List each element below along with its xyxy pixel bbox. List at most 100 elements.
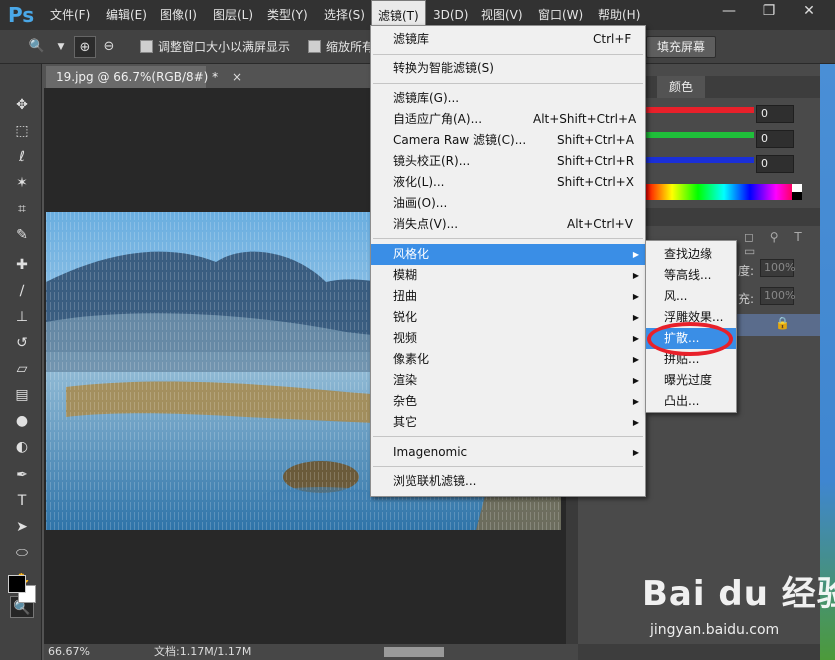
opacity-label: 度:	[738, 264, 755, 278]
brush-tool-icon[interactable]: ∕	[10, 280, 34, 302]
menu-item-sharpen[interactable]: 锐化 ▶	[371, 307, 645, 328]
dodge-tool-icon[interactable]: ◐	[10, 436, 34, 458]
menu-item-blur[interactable]: 模糊 ▶	[371, 265, 645, 286]
menu-item-shortcut: Shift+Ctrl+R	[557, 154, 635, 168]
resize-windows-label: 调整窗口大小以满屏显示	[158, 40, 291, 54]
menu-layer[interactable]: 图层(L)	[207, 0, 259, 30]
submenu-item-wind[interactable]: 风...	[646, 286, 736, 307]
tools-panel: ✥ ⬚ ℓ ✶ ⌗ ✎ ✚ ∕ ⊥ ↺ ▱ ▤ ● ◐ ✒ T ➤ ⬭ ✋ 🔍	[0, 64, 42, 660]
document-tab-title: 19.jpg @ 66.7%(RGB/8#) *	[56, 70, 219, 84]
menu-item-filter-gallery[interactable]: 滤镜库(G)...	[371, 88, 645, 109]
menu-item-render[interactable]: 渲染 ▶	[371, 370, 645, 391]
menu-item-oil-paint[interactable]: 油画(O)...	[371, 193, 645, 214]
menu-item-label: 凸出...	[664, 394, 700, 408]
menu-item-label: 锐化	[393, 310, 418, 324]
close-button[interactable]: ✕	[792, 0, 826, 22]
gradient-tool-icon[interactable]: ▤	[10, 384, 34, 406]
tab-color[interactable]: 颜色	[657, 76, 705, 98]
minimize-button[interactable]: —	[712, 0, 746, 22]
foreground-color-swatch[interactable]	[8, 575, 26, 593]
horizontal-scrollbar-thumb[interactable]	[384, 647, 444, 657]
menu-item-label: 模糊	[393, 268, 418, 282]
red-slider[interactable]	[646, 107, 754, 113]
menu-item-label: 油画(O)...	[393, 196, 448, 210]
opacity-field[interactable]: 100%	[760, 259, 795, 277]
clone-stamp-icon[interactable]: ⊥	[10, 306, 34, 328]
blur-tool-icon[interactable]: ●	[10, 410, 34, 432]
menu-item-stylize[interactable]: 风格化 ▶	[371, 244, 645, 265]
pen-tool-icon[interactable]: ✒	[10, 464, 34, 486]
submenu-item-find-edges[interactable]: 查找边缘	[646, 244, 736, 265]
menu-image[interactable]: 图像(I)	[154, 0, 203, 30]
fill-field[interactable]: 100%	[760, 287, 795, 305]
lasso-tool-icon[interactable]: ℓ	[10, 146, 34, 168]
menu-separator	[373, 54, 643, 55]
path-select-icon[interactable]: ➤	[10, 516, 34, 538]
menu-item-vanishing-point[interactable]: 消失点(V)... Alt+Ctrl+V	[371, 214, 645, 235]
zoom-out-icon[interactable]: ⊖	[98, 36, 120, 58]
magic-wand-icon[interactable]: ✶	[10, 172, 34, 194]
ellipse-shape-icon[interactable]: ⬭	[10, 542, 34, 564]
submenu-item-trace-contour[interactable]: 等高线...	[646, 265, 736, 286]
menu-item-liquify[interactable]: 液化(L)... Shift+Ctrl+X	[371, 172, 645, 193]
menu-item-shortcut: Alt+Shift+Ctrl+A	[533, 112, 637, 126]
marquee-tool-icon[interactable]: ⬚	[10, 120, 34, 142]
document-close-icon[interactable]: ×	[232, 66, 242, 88]
menu-item-shortcut: Ctrl+F	[593, 32, 632, 46]
blue-slider[interactable]	[646, 157, 754, 163]
menu-item-label: 等高线...	[664, 268, 712, 282]
submenu-item-solarize[interactable]: 曝光过度	[646, 370, 736, 391]
menu-separator	[373, 436, 643, 437]
menu-item-pixelate[interactable]: 像素化 ▶	[371, 349, 645, 370]
menu-separator	[373, 466, 643, 467]
blue-value-field[interactable]: 0	[756, 155, 794, 173]
zoom-tool-icon[interactable]: 🔍	[26, 36, 48, 58]
eyedropper-icon[interactable]: ✎	[10, 224, 34, 246]
menu-select[interactable]: 选择(S)	[318, 0, 371, 30]
menu-item-imagenomic[interactable]: Imagenomic ▶	[371, 442, 645, 463]
healing-brush-icon[interactable]: ✚	[10, 254, 34, 276]
menu-item-convert-smart-filter[interactable]: 转换为智能滤镜(S)	[371, 58, 645, 79]
restore-button[interactable]: ❐	[752, 0, 786, 22]
menu-separator	[373, 238, 643, 239]
green-value-field[interactable]: 0	[756, 130, 794, 148]
watermark-url: jingyan.baidu.com	[650, 622, 780, 638]
menu-item-other[interactable]: 其它 ▶	[371, 412, 645, 433]
status-zoom-value[interactable]: 66.67%	[48, 644, 90, 660]
black-white-swatch[interactable]	[792, 184, 802, 200]
menu-item-video[interactable]: 视频 ▶	[371, 328, 645, 349]
menu-item-lens-correction[interactable]: 镜头校正(R)... Shift+Ctrl+R	[371, 151, 645, 172]
resize-windows-checkbox[interactable]	[140, 40, 153, 53]
submenu-arrow-icon: ▶	[632, 313, 639, 322]
menu-item-noise[interactable]: 杂色 ▶	[371, 391, 645, 412]
crop-tool-icon[interactable]: ⌗	[10, 198, 34, 220]
menu-edit[interactable]: 编辑(E)	[100, 0, 153, 30]
menu-item-adaptive-wide-angle[interactable]: 自适应广角(A)... Alt+Shift+Ctrl+A	[371, 109, 645, 130]
menu-type[interactable]: 类型(Y)	[261, 0, 314, 30]
green-slider[interactable]	[646, 132, 754, 138]
layer-filter-icons[interactable]: ◻ ⚲ T ▭	[744, 230, 820, 258]
menu-item-camera-raw[interactable]: Camera Raw 滤镜(C)... Shift+Ctrl+A	[371, 130, 645, 151]
menu-item-label: 浏览联机滤镜...	[393, 474, 477, 488]
menu-item-browse-filters-online[interactable]: 浏览联机滤镜...	[371, 471, 645, 492]
status-document-size: 文档:1.17M/1.17M	[154, 645, 252, 658]
red-value-field[interactable]: 0	[756, 105, 794, 123]
move-tool-icon[interactable]: ✥	[10, 94, 34, 116]
eraser-icon[interactable]: ▱	[10, 358, 34, 380]
menu-item-shortcut: Alt+Ctrl+V	[567, 217, 633, 231]
menu-item-filter-gallery-last[interactable]: 滤镜库 Ctrl+F	[371, 29, 645, 50]
type-tool-icon[interactable]: T	[10, 490, 34, 512]
zoom-in-icon[interactable]: ⊕	[74, 36, 96, 58]
document-tab[interactable]: 19.jpg @ 66.7%(RGB/8#) * ×	[46, 66, 242, 88]
zoom-all-checkbox[interactable]	[308, 40, 321, 53]
menu-item-label: 像素化	[393, 352, 430, 366]
menu-file[interactable]: 文件(F)	[44, 0, 96, 30]
layers-panel-footer	[578, 644, 820, 660]
history-brush-icon[interactable]: ↺	[10, 332, 34, 354]
menu-item-distort[interactable]: 扭曲 ▶	[371, 286, 645, 307]
tool-preset-chevron-down-icon[interactable]: ▼	[50, 36, 72, 58]
fill-screen-button[interactable]: 填充屏幕	[646, 36, 717, 58]
submenu-item-extrude[interactable]: 凸出...	[646, 391, 736, 412]
color-spectrum-bar[interactable]	[646, 184, 802, 200]
photoshop-logo: Ps	[8, 3, 35, 27]
